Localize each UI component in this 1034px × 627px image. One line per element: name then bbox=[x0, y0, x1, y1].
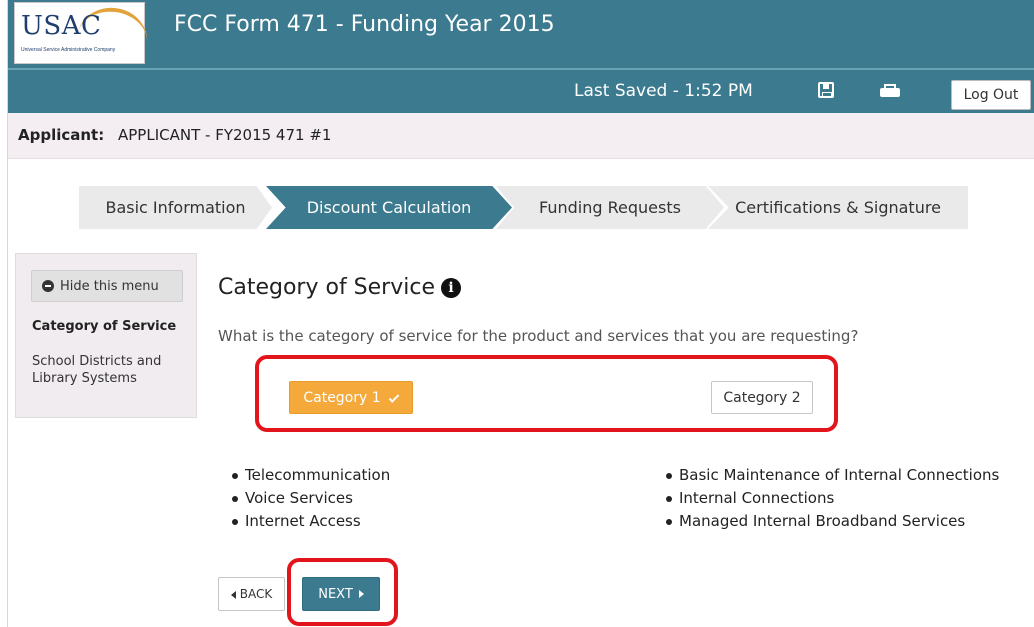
category-2-services-list: Basic Maintenance of Internal Connection… bbox=[666, 464, 999, 533]
sidebar-item-category-of-service[interactable]: Category of Service bbox=[32, 319, 176, 334]
list-item: Telecommunication bbox=[232, 464, 390, 487]
sidebar-menu: Hide this menu Category of Service Schoo… bbox=[15, 253, 197, 418]
caret-left-icon bbox=[230, 590, 236, 599]
category-question: What is the category of service for the … bbox=[218, 327, 859, 345]
page-title: Category of Service i bbox=[218, 275, 461, 300]
last-saved-status: Last Saved - 1:52 PM bbox=[574, 81, 753, 101]
logout-button[interactable]: Log Out bbox=[951, 80, 1031, 110]
logo-text: USAC bbox=[21, 11, 102, 41]
logo-subtitle: Universal Service Administrative Company bbox=[21, 47, 116, 53]
hide-menu-button[interactable]: Hide this menu bbox=[31, 270, 183, 302]
next-highlight-annotation bbox=[287, 558, 398, 626]
list-item: Basic Maintenance of Internal Connection… bbox=[666, 464, 999, 487]
hide-menu-label: Hide this menu bbox=[60, 278, 159, 294]
applicant-bar: Applicant: APPLICANT - FY2015 471 #1 bbox=[8, 113, 1034, 159]
page-title-text: Category of Service bbox=[218, 275, 435, 300]
check-icon bbox=[388, 391, 399, 403]
minus-circle-icon bbox=[42, 280, 54, 292]
usac-logo[interactable]: USAC Universal Service Administrative Co… bbox=[14, 2, 152, 64]
category-2-button[interactable]: Category 2 bbox=[711, 381, 813, 414]
back-button[interactable]: BACK bbox=[218, 577, 285, 611]
print-icon[interactable] bbox=[880, 84, 900, 98]
category-1-button[interactable]: Category 1 bbox=[289, 381, 413, 414]
step-basic-information[interactable]: Basic Information bbox=[79, 186, 272, 229]
category-1-services-list: Telecommunication Voice Services Interne… bbox=[232, 464, 390, 533]
info-icon[interactable]: i bbox=[441, 277, 461, 298]
applicant-label: Applicant: bbox=[18, 126, 105, 144]
form-title: FCC Form 471 - Funding Year 2015 bbox=[174, 12, 555, 37]
category-1-label: Category 1 bbox=[303, 389, 381, 406]
list-item: Internet Access bbox=[232, 510, 390, 533]
sidebar-item-school-districts[interactable]: School Districts and Library Systems bbox=[32, 353, 192, 387]
print-icon-body bbox=[880, 88, 900, 97]
applicant-value: APPLICANT - FY2015 471 #1 bbox=[118, 126, 332, 144]
list-item: Voice Services bbox=[232, 487, 390, 510]
list-item: Internal Connections bbox=[666, 487, 999, 510]
save-icon[interactable] bbox=[818, 82, 834, 98]
step-certifications-signature[interactable]: Certifications & Signature bbox=[708, 186, 968, 229]
back-label: BACK bbox=[239, 587, 273, 601]
list-item: Managed Internal Broadband Services bbox=[666, 510, 999, 533]
step-funding-requests[interactable]: Funding Requests bbox=[496, 186, 724, 229]
step-discount-calculation[interactable]: Discount Calculation bbox=[266, 186, 512, 229]
